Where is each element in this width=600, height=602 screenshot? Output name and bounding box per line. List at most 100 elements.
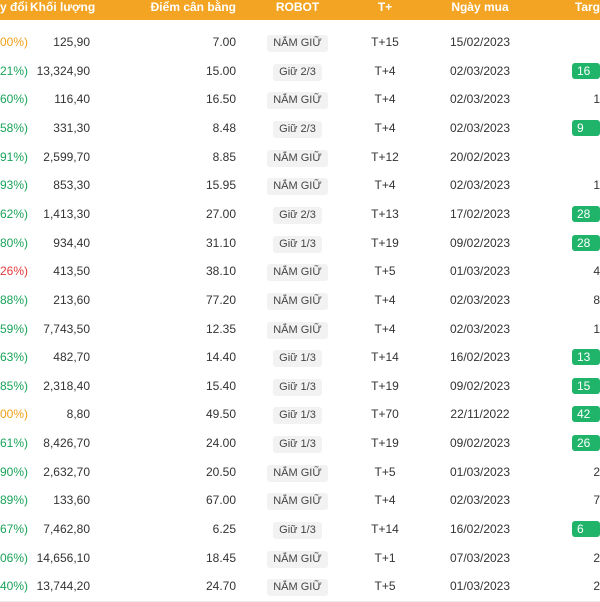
table-row[interactable]: 58%) 331,30 8.48 Giữ 2/3 T+4 02/03/2023 9 xyxy=(0,113,600,144)
table-row[interactable]: 67%) 7,462,80 6.25 Giữ 1/3 T+14 16/02/2023 6 xyxy=(0,515,600,546)
header-target[interactable]: Targ xyxy=(540,0,600,20)
buy-date-cell: 02/03/2023 xyxy=(449,292,511,307)
table-row[interactable]: 89%) 133,60 67.00 NẮM GIỮ T+4 02/03/2023 7 xyxy=(0,486,600,517)
change-cell: 91%) xyxy=(0,149,29,164)
change-cell: 00%) xyxy=(0,35,29,49)
buy-date-cell: 17/02/2023 xyxy=(449,206,511,221)
target-badge: 42 xyxy=(572,406,600,423)
table-row[interactable]: 21%) 13,324,90 15.00 Giữ 2/3 T+4 02/03/2023 16 xyxy=(0,56,600,87)
header-volume[interactable]: Khối lượng xyxy=(30,0,95,20)
volume-cell: 853,30 xyxy=(53,178,90,193)
change-cell: 67%) xyxy=(0,522,29,537)
robot-badge: Giữ 1/3 xyxy=(273,350,322,368)
table-row[interactable]: 80%) 934,40 31.10 Giữ 1/3 T+19 09/02/2023 28 xyxy=(0,228,600,259)
change-cell: 59%) xyxy=(0,321,29,336)
table-row[interactable]: 63%) 482,70 14.40 Giữ 1/3 T+14 16/02/2023 13 xyxy=(0,343,600,374)
buy-date-cell: 01/03/2023 xyxy=(449,579,511,594)
balance-point-cell: 15.95 xyxy=(205,178,236,193)
t-plus-cell: T+4 xyxy=(374,120,396,135)
table-row[interactable]: 88%) 213,60 77.20 NẮM GIỮ T+4 02/03/2023 8 xyxy=(0,285,600,316)
table-row[interactable]: 26%) 413,50 38.10 NẮM GIỮ T+5 01/03/2023 4 xyxy=(0,257,600,288)
header-balance-point[interactable]: Điểm cân bằng xyxy=(95,0,236,20)
balance-point-cell: 24.00 xyxy=(205,436,236,451)
robot-badge: NẮM GIỮ xyxy=(267,550,328,568)
change-cell: 85%) xyxy=(0,378,29,393)
change-cell: 61%) xyxy=(0,436,29,451)
balance-point-cell: 67.00 xyxy=(205,493,236,508)
balance-point-cell: 77.20 xyxy=(205,292,236,307)
robot-badge: Giữ 2/3 xyxy=(273,120,322,138)
target-cell: 2 xyxy=(540,544,600,573)
robot-badge: NẮM GIỮ xyxy=(267,321,328,339)
table-row[interactable]: 93%) 853,30 15.95 NẮM GIỮ T+4 02/03/2023 1 xyxy=(0,171,600,202)
table-row[interactable]: 59%) 7,743,50 12.35 NẮM GIỮ T+4 02/03/2023 1 xyxy=(0,314,600,345)
table-row[interactable]: 60%) 116,40 16.50 NẮM GIỮ T+4 02/03/2023 1 xyxy=(0,85,600,116)
table-row[interactable]: 06%) 14,656,10 18.45 NẮM GIỮ T+1 07/03/2023 2 xyxy=(0,543,600,574)
target-cell: 8 xyxy=(540,286,600,315)
target-value: 8 xyxy=(593,292,600,307)
robot-cell: Giữ 1/3 xyxy=(255,429,340,458)
target-cell: 4 xyxy=(540,257,600,286)
buy-date-cell: 09/02/2023 xyxy=(449,436,511,451)
header-robot[interactable]: ROBOT xyxy=(255,0,340,20)
change-cell: 60%) xyxy=(0,92,29,107)
target-cell: 28 xyxy=(540,200,600,229)
table-row[interactable]: 90%) 2,632,70 20.50 NẮM GIỮ T+5 01/03/2023 2 xyxy=(0,457,600,488)
robot-cell: Giữ 1/3 xyxy=(255,400,340,429)
volume-cell: 13,324,90 xyxy=(36,63,90,78)
volume-cell: 482,70 xyxy=(53,350,90,365)
volume-cell: 934,40 xyxy=(53,235,90,250)
robot-badge: NẮM GIỮ xyxy=(267,35,328,52)
balance-point-cell: 16.50 xyxy=(205,92,236,107)
robot-cell: Giữ 2/3 xyxy=(255,200,340,229)
target-badge: 13 xyxy=(572,349,600,366)
robot-cell: NẮM GIỮ xyxy=(255,171,340,200)
robot-badge: Giữ 1/3 xyxy=(273,436,322,454)
change-cell: 40%) xyxy=(0,579,29,594)
header-buy-date[interactable]: Ngày mua xyxy=(432,0,528,20)
robot-cell: Giữ 2/3 xyxy=(255,114,340,143)
balance-point-cell: 12.35 xyxy=(205,321,236,336)
header-change[interactable]: y đổi xyxy=(0,0,28,20)
buy-date-cell: 20/02/2023 xyxy=(449,149,511,164)
t-plus-cell: T+4 xyxy=(374,178,396,193)
table-row[interactable]: 40%) 13,744,20 24.70 NẮM GIỮ T+5 01/03/2023 2 xyxy=(0,572,600,602)
table-row[interactable]: 00%) 125,90 7.00 NẮM GIỮ T+15 15/02/2023 xyxy=(0,28,600,58)
table-row[interactable]: 91%) 2,599,70 8.85 NẮM GIỮ T+12 20/02/2023 xyxy=(0,142,600,173)
t-plus-cell: T+19 xyxy=(371,436,399,451)
table-row[interactable]: 85%) 2,318,40 15.40 Giữ 1/3 T+19 09/02/2023 15 xyxy=(0,371,600,402)
target-cell: 1 xyxy=(540,171,600,200)
volume-cell: 7,462,80 xyxy=(43,522,90,537)
target-badge: 6 xyxy=(572,521,600,538)
balance-point-cell: 15.40 xyxy=(205,378,236,393)
target-value: 2 xyxy=(593,579,600,594)
robot-cell: NẮM GIỮ xyxy=(255,28,340,57)
change-cell: 62%) xyxy=(0,206,29,221)
change-cell: 58%) xyxy=(0,120,29,135)
header-t-plus[interactable]: T+ xyxy=(355,0,415,20)
change-cell: 89%) xyxy=(0,493,29,508)
robot-cell: Giữ 2/3 xyxy=(255,57,340,86)
target-cell: 1 xyxy=(540,85,600,114)
buy-date-cell: 01/03/2023 xyxy=(449,464,511,479)
volume-cell: 8,426,70 xyxy=(43,436,90,451)
target-badge: 9 xyxy=(572,119,600,136)
t-plus-cell: T+19 xyxy=(371,378,399,393)
table-row[interactable]: 61%) 8,426,70 24.00 Giữ 1/3 T+19 09/02/2023 26 xyxy=(0,429,600,460)
table-row[interactable]: 00%) 8,80 49.50 Giữ 1/3 T+70 22/11/2022 42 xyxy=(0,400,600,431)
target-cell: 15 xyxy=(540,372,600,401)
buy-date-cell: 02/03/2023 xyxy=(449,63,511,78)
t-plus-cell: T+5 xyxy=(374,464,396,479)
target-badge: 28 xyxy=(572,205,600,222)
t-plus-cell: T+1 xyxy=(374,550,396,565)
robot-badge: Giữ 1/3 xyxy=(273,378,322,396)
table-row[interactable]: 62%) 1,413,30 27.00 Giữ 2/3 T+13 17/02/2023 28 xyxy=(0,199,600,230)
volume-cell: 2,318,40 xyxy=(43,378,90,393)
target-badge: 28 xyxy=(572,234,600,251)
target-cell: 9 xyxy=(540,114,600,143)
target-value: 2 xyxy=(593,550,600,565)
balance-point-cell: 15.00 xyxy=(205,63,236,78)
robot-cell: NẮM GIỮ xyxy=(255,544,340,573)
target-cell: 6 xyxy=(540,515,600,544)
buy-date-cell: 07/03/2023 xyxy=(449,550,511,565)
